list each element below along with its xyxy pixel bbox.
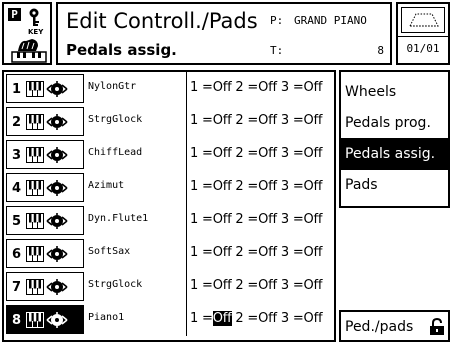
dancer-icon	[46, 146, 68, 164]
disk-icon	[401, 7, 445, 33]
title-box: Edit Controll./Pads Pedals assig. P: GRA…	[56, 2, 392, 65]
track-row[interactable]: 5 Dyn.Flute1 1 =Off 2 =Off 3 =Off	[4, 204, 334, 237]
pedal-assignments[interactable]: 1 =Off 2 =Off 3 =Off	[190, 146, 323, 161]
page-subtitle: Pedals assig.	[66, 41, 177, 59]
pedal-assignments[interactable]: 1 =Off 2 =Off 3 =Off	[190, 311, 323, 326]
track-button[interactable]: 3	[6, 140, 84, 169]
track-number: 5	[12, 214, 22, 229]
track-row[interactable]: 4 Azimut 1 =Off 2 =Off 3 =Off	[4, 171, 334, 204]
column-divider	[186, 204, 187, 237]
keyboard-icon	[26, 147, 44, 163]
column-divider	[186, 303, 187, 336]
track-button[interactable]: 5	[6, 206, 84, 235]
track-number: 2	[12, 115, 22, 130]
keyboard-icon	[26, 81, 44, 97]
sound-name: SoftSax	[88, 246, 131, 257]
sound-name: NylonGtr	[88, 81, 137, 92]
p-badge-icon: P	[8, 8, 21, 21]
disk-box[interactable]: 01/01	[396, 2, 450, 65]
menu-item[interactable]: Pedals prog.	[341, 107, 448, 139]
track-number: 3	[12, 148, 22, 163]
pedal-assignments[interactable]: 1 =Off 2 =Off 3 =Off	[190, 80, 323, 95]
keyboard-icon	[26, 114, 44, 130]
track-label: T:	[270, 44, 284, 57]
program-value: GRAND PIANO	[294, 14, 367, 27]
pedal-assignments[interactable]: 1 =Off 2 =Off 3 =Off	[190, 212, 323, 227]
column-divider	[186, 138, 187, 171]
lock-icon	[429, 317, 445, 336]
ped-pads-button[interactable]: Ped./pads	[339, 310, 450, 342]
track-number: 6	[12, 247, 22, 262]
pedal-assignments[interactable]: 1 =Off 2 =Off 3 =Off	[190, 113, 323, 128]
track-row[interactable]: 2 StrgGlock 1 =Off 2 =Off 3 =Off	[4, 105, 334, 138]
program-label: P:	[270, 14, 284, 27]
assign-cursor[interactable]: Off	[212, 311, 232, 326]
pedal-assignments[interactable]: 1 =Off 2 =Off 3 =Off	[190, 179, 323, 194]
sound-name: Dyn.Flute1	[88, 213, 149, 224]
column-divider	[186, 72, 187, 105]
track-row[interactable]: 3 ChiffLead 1 =Off 2 =Off 3 =Off	[4, 138, 334, 171]
track-button[interactable]: 7	[6, 272, 84, 301]
page-title: Edit Controll./Pads	[66, 9, 258, 33]
track-button[interactable]: 6	[6, 239, 84, 268]
menu-item[interactable]: Pedals assig.	[341, 138, 448, 170]
track-button[interactable]: 2	[6, 107, 84, 136]
page-divider	[398, 36, 448, 37]
sound-name: Azimut	[88, 180, 125, 191]
ped-pads-label: Ped./pads	[345, 319, 414, 335]
sound-name: StrgGlock	[88, 114, 143, 125]
logo-box: P KEY	[2, 2, 52, 65]
track-row[interactable]: 7 StrgGlock 1 =Off 2 =Off 3 =Off	[4, 270, 334, 303]
page-indicator: 01/01	[406, 42, 440, 55]
column-divider	[186, 105, 187, 138]
track-list: 1 NylonGtr 1 =Off 2 =Off 3 =Off 2 StrgGlock 1…	[2, 70, 336, 342]
track-value: 8	[377, 44, 384, 57]
sound-name: Piano1	[88, 312, 125, 323]
key-icon: KEY	[22, 6, 50, 36]
track-button[interactable]: 1	[6, 74, 84, 103]
pedal-assignments[interactable]: 1 =Off 2 =Off 3 =Off	[190, 245, 323, 260]
keyboard-icon	[26, 246, 44, 262]
sound-name: StrgGlock	[88, 279, 143, 290]
track-number: 1	[12, 82, 22, 97]
sound-name: ChiffLead	[88, 147, 143, 158]
screen: P KEY Edit Controll./Pads Pedals assig. …	[0, 0, 454, 345]
dancer-icon	[46, 179, 68, 197]
keyboard-icon	[26, 213, 44, 229]
dancer-icon	[46, 311, 68, 329]
column-divider	[186, 237, 187, 270]
dancer-icon	[46, 212, 68, 230]
dancer-icon	[46, 113, 68, 131]
keyboard-icon	[26, 312, 44, 328]
menu-item[interactable]: Pads	[341, 169, 448, 201]
dancer-icon	[46, 278, 68, 296]
keyboard-icon	[26, 279, 44, 295]
menu-item[interactable]: Wheels	[341, 76, 448, 108]
track-button[interactable]: 4	[6, 173, 84, 202]
track-row[interactable]: 8 Piano1 1 =Off 2 =Off 3 =Off	[4, 303, 334, 336]
assign-suffix: 2 =Off 3 =Off	[231, 311, 323, 326]
hand-on-keys-icon	[10, 36, 48, 64]
track-number: 8	[12, 313, 22, 328]
keyboard-icon	[26, 180, 44, 196]
track-number: 4	[12, 181, 22, 196]
column-divider	[186, 270, 187, 303]
track-row[interactable]: 6 SoftSax 1 =Off 2 =Off 3 =Off	[4, 237, 334, 270]
track-row[interactable]: 1 NylonGtr 1 =Off 2 =Off 3 =Off	[4, 72, 334, 105]
assign-prefix: 1 =	[190, 311, 213, 326]
pedal-assignments[interactable]: 1 =Off 2 =Off 3 =Off	[190, 278, 323, 293]
dancer-icon	[46, 80, 68, 98]
track-button[interactable]: 8	[6, 305, 84, 334]
dancer-icon	[46, 245, 68, 263]
svg-text:KEY: KEY	[28, 28, 44, 36]
menu-panel: Wheels Pedals prog. Pedals assig. Pads	[339, 70, 450, 208]
track-number: 7	[12, 280, 22, 295]
column-divider	[186, 171, 187, 204]
